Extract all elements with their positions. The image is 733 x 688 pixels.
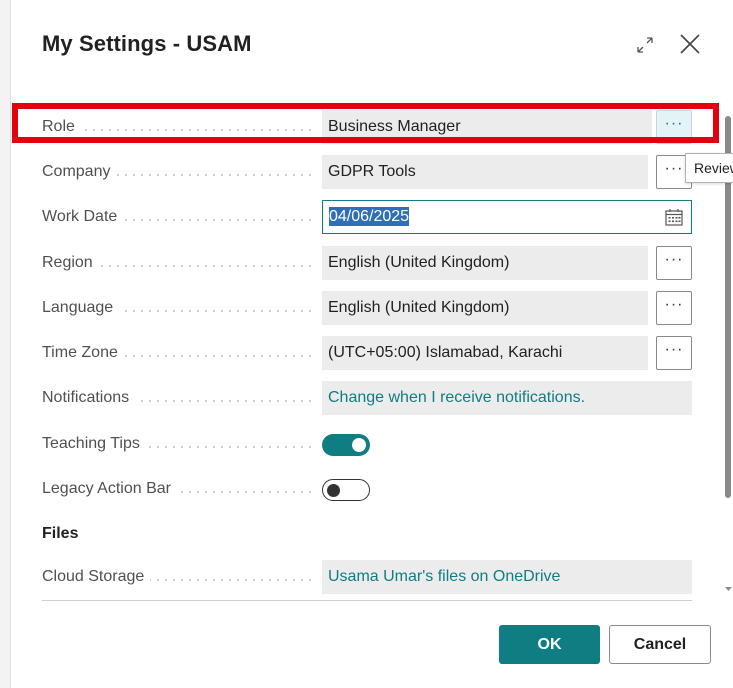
company-row: Company GDPR Tools ··· bbox=[42, 155, 692, 189]
region-value[interactable]: English (United Kingdom) bbox=[322, 246, 648, 280]
review-tooltip: Review bbox=[685, 153, 733, 183]
work-date-value: 04/06/2025 bbox=[329, 207, 410, 226]
teaching-tips-toggle[interactable] bbox=[322, 434, 370, 456]
close-icon[interactable] bbox=[677, 31, 703, 57]
legacy-action-bar-row: Legacy Action Bar bbox=[42, 472, 692, 506]
time-zone-lookup-button[interactable]: ··· bbox=[656, 336, 692, 370]
scroll-down-arrow-icon[interactable] bbox=[724, 584, 733, 594]
notifications-label: Notifications bbox=[42, 381, 312, 415]
region-label: Region bbox=[42, 246, 312, 280]
toggle-knob bbox=[327, 483, 340, 497]
language-row: Language English (United Kingdom) ··· bbox=[42, 291, 692, 325]
background-edge bbox=[0, 0, 11, 688]
legacy-action-bar-toggle[interactable] bbox=[322, 479, 370, 501]
divider bbox=[42, 600, 692, 601]
language-lookup-button[interactable]: ··· bbox=[656, 291, 692, 325]
region-row: Region English (United Kingdom) ··· bbox=[42, 246, 692, 280]
cancel-button[interactable]: Cancel bbox=[609, 625, 711, 664]
work-date-input[interactable]: 04/06/2025 bbox=[322, 200, 692, 234]
work-date-label: Work Date bbox=[42, 200, 312, 234]
time-zone-row: Time Zone (UTC+05:00) Islamabad, Karachi… bbox=[42, 336, 692, 370]
time-zone-label: Time Zone bbox=[42, 336, 312, 370]
region-lookup-button[interactable]: ··· bbox=[656, 246, 692, 280]
teaching-tips-label: Teaching Tips bbox=[42, 427, 312, 461]
time-zone-value[interactable]: (UTC+05:00) Islamabad, Karachi bbox=[322, 336, 648, 370]
cloud-storage-row: Cloud Storage Usama Umar's files on OneD… bbox=[42, 560, 692, 594]
language-label: Language bbox=[42, 291, 312, 325]
role-lookup-button[interactable]: ··· bbox=[656, 110, 692, 144]
company-label: Company bbox=[42, 155, 312, 189]
company-value[interactable]: GDPR Tools bbox=[322, 155, 648, 189]
role-label: Role bbox=[42, 110, 312, 144]
language-value[interactable]: English (United Kingdom) bbox=[322, 291, 648, 325]
notifications-link[interactable]: Change when I receive notifications. bbox=[322, 381, 692, 415]
toggle-knob bbox=[352, 438, 366, 452]
teaching-tips-row: Teaching Tips bbox=[42, 427, 692, 461]
work-date-row: Work Date 04/06/2025 bbox=[42, 200, 692, 234]
cloud-storage-link[interactable]: Usama Umar's files on OneDrive bbox=[322, 560, 692, 594]
calendar-icon[interactable] bbox=[665, 209, 683, 226]
role-value[interactable]: Business Manager bbox=[322, 110, 652, 144]
expand-icon[interactable] bbox=[634, 34, 656, 56]
files-section-heading: Files bbox=[42, 525, 79, 542]
cloud-storage-label: Cloud Storage bbox=[42, 560, 312, 594]
dialog-title: My Settings - USAM bbox=[42, 31, 252, 56]
legacy-action-bar-label: Legacy Action Bar bbox=[42, 472, 312, 506]
scrollbar[interactable] bbox=[724, 110, 733, 600]
notifications-row: Notifications Change when I receive noti… bbox=[42, 381, 692, 415]
ok-button[interactable]: OK bbox=[499, 625, 600, 664]
role-row: Role Business Manager ··· bbox=[42, 110, 692, 144]
